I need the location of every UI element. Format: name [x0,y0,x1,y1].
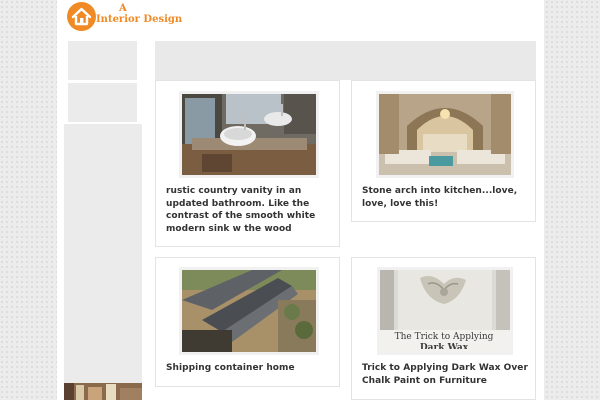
pin-image-shipping-container[interactable] [179,267,319,355]
sidebar-block-2 [68,83,137,122]
content-header-bar [155,41,536,80]
pin-card-vanity[interactable]: rustic country vanity in an updated bath… [155,80,340,247]
logo-text-bottom: Interior Design [96,14,183,25]
caption-line-2: Dark Wax [419,343,469,349]
pin-image-caption: The Trick to Applying Dark Wax [379,332,509,349]
pin-image-vanity[interactable] [179,91,319,178]
pin-title[interactable]: Stone arch into kitchen...love, love, lo… [362,185,530,210]
house-icon [67,2,96,31]
pin-card-shipping-container[interactable]: Shipping container home [155,257,340,387]
pin-title[interactable]: Trick to Applying Dark Wax Over Chalk Pa… [362,362,530,387]
site-logo[interactable]: A Interior Design [67,2,182,32]
sidebar-block-1 [68,41,137,80]
logo-text-top: A [119,3,127,14]
pin-card-dark-wax[interactable]: Trick to Applying Dark Wax Over Chalk Pa… [351,257,536,400]
pin-image-stone-arch[interactable] [376,91,514,178]
sidebar-block-3 [64,124,142,383]
sidebar-thumbnail[interactable] [64,383,142,400]
pin-title[interactable]: Shipping container home [166,362,334,375]
pin-card-stone-arch[interactable]: Stone arch into kitchen...love, love, lo… [351,80,536,222]
caption-line-1: The Trick to Applying [394,332,494,342]
pin-title[interactable]: rustic country vanity in an updated bath… [166,185,334,235]
